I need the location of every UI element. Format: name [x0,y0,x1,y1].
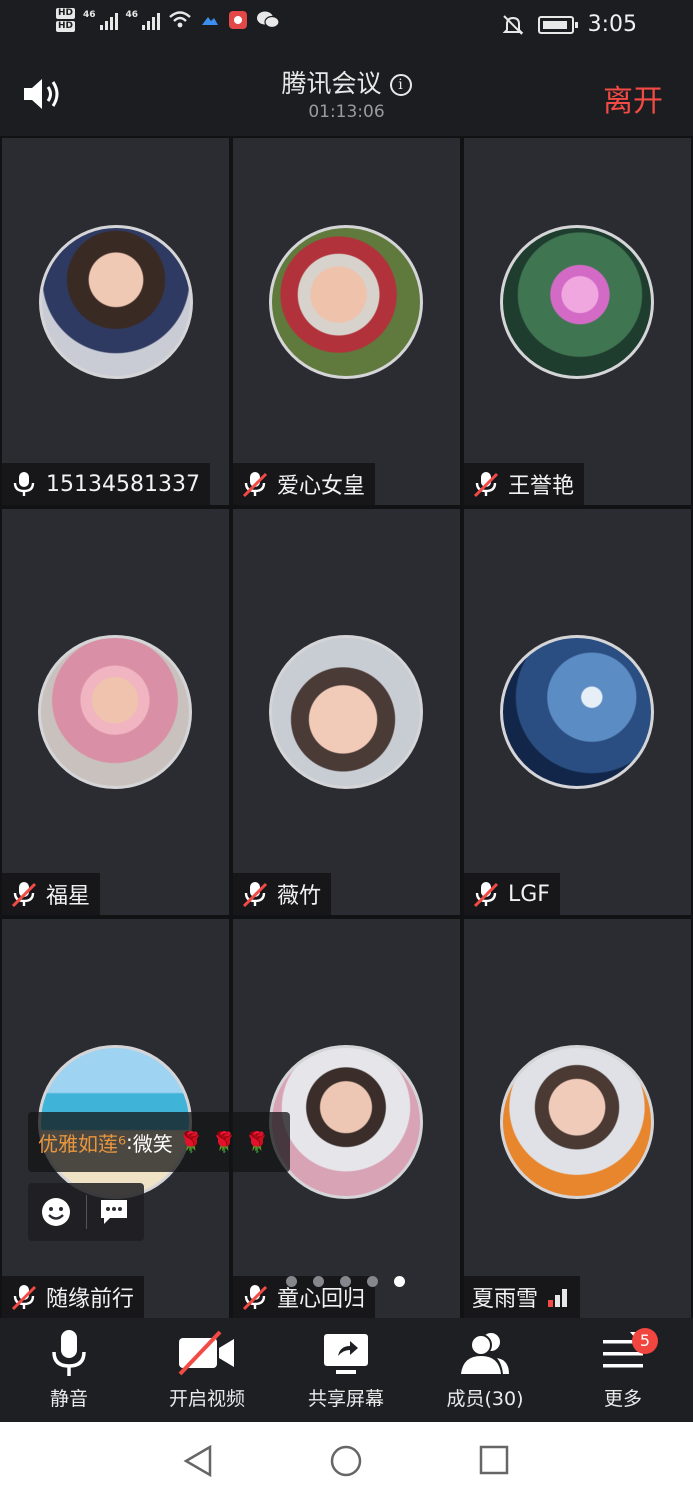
chat-tools [28,1183,144,1241]
leave-button[interactable]: 离开 [603,76,663,120]
participant-tile[interactable]: 薇竹 [233,509,460,915]
mute-button[interactable]: 静音 [14,1328,124,1411]
home-icon[interactable] [329,1444,363,1478]
page-dot [340,1276,351,1287]
participant-name: 15134581337 [46,471,200,497]
participant-label: 王誉艳 [464,463,585,505]
signal-icon: 46 [83,10,118,30]
start-video-label: 开启视频 [168,1388,245,1410]
participant-name: 福星 [46,884,91,909]
page-dot [367,1276,378,1287]
info-icon[interactable]: i [389,74,412,96]
participant-label: LGF [464,873,560,915]
meeting-title-text: 腾讯会议 [281,69,382,98]
participant-name: 王誉艳 [508,474,575,499]
chat-icon[interactable] [98,1197,130,1227]
page-indicator[interactable] [286,1276,405,1287]
participant-tile[interactable]: 福星 [2,509,229,915]
microphone-muted-icon [242,1285,268,1311]
participant-label: 15134581337 [2,463,210,505]
cloud-app-icon [202,17,219,25]
network-type: 46 [83,10,96,20]
participant-tile[interactable]: 王誉艳 [464,138,691,505]
members-label: 成员(30) [446,1388,524,1410]
members-icon [461,1333,509,1374]
wifi-icon [169,11,191,28]
microphone-muted-icon [242,472,268,498]
share-screen-label: 共享屏幕 [307,1388,384,1410]
status-left: HD HD 46 46 [56,8,280,32]
microphone-muted-icon [473,882,499,908]
divider [86,1195,87,1229]
avatar [500,225,654,379]
avatar [269,1045,423,1199]
system-navigation-bar [0,1422,693,1500]
hd-icon: HD [56,8,76,19]
chat-separator: : [126,1130,133,1154]
avatar [38,635,192,789]
status-right: 3:05 [502,12,637,37]
avatar [500,635,654,789]
page-dot-active [394,1276,405,1287]
chat-sender: 优雅如莲⁶ [38,1131,127,1156]
participant-name: 随缘前行 [46,1287,135,1312]
more-button[interactable]: 5 更多 [568,1328,678,1411]
app-notification-icon [229,11,248,29]
avatar [269,635,423,789]
microphone-muted-icon [473,472,499,498]
status-time: 3:05 [587,12,637,37]
hd-icons: HD HD [56,8,76,32]
avatar [269,225,423,379]
wechat-icon [257,11,280,29]
bell-muted-icon [502,14,524,35]
participant-name: 薇竹 [277,884,322,909]
more-label: 更多 [603,1388,642,1410]
hd-icon: HD [56,21,76,32]
participant-label: 薇竹 [233,873,332,915]
avatar [500,1045,654,1199]
meeting-header: 腾讯会议 i 01:13:06 离开 [0,52,693,136]
share-screen-icon [324,1334,368,1374]
back-icon[interactable] [182,1444,214,1478]
recents-icon[interactable] [479,1445,509,1475]
participant-name: 夏雨雪 [472,1287,539,1312]
chat-message-bubble[interactable]: 优雅如莲⁶: 微笑 🌹🌹🌹 [28,1112,290,1172]
meeting-timer: 01:13:06 [308,102,385,122]
participant-label: 夏雨雪 [464,1276,581,1318]
participant-label: 爱心女皇 [233,463,376,505]
page-dot [286,1276,297,1287]
chat-text: 微笑 [132,1131,173,1156]
chat-emoji: 🌹🌹🌹 [178,1130,278,1154]
participant-tile[interactable]: LGF [464,509,691,915]
notification-badge: 5 [632,1328,658,1354]
signal-icon: 46 [126,10,161,30]
participant-tile[interactable]: 夏雨雪 [464,919,691,1318]
battery-icon [537,15,578,34]
participant-tile[interactable]: 15134581337 [2,138,229,505]
microphone-icon [52,1330,86,1376]
participant-tile[interactable]: 爱心女皇 [233,138,460,505]
participant-label: 福星 [2,873,101,915]
participant-name: LGF [508,881,550,907]
microphone-muted-icon [11,1285,37,1311]
video-off-icon [178,1330,234,1376]
emoji-icon[interactable] [40,1196,72,1228]
signal-strength-icon [548,1289,568,1307]
microphone-muted-icon [11,882,37,908]
start-video-button[interactable]: 开启视频 [152,1328,262,1411]
meeting-title[interactable]: 腾讯会议 i [0,64,693,100]
meeting-toolbar: 静音 开启视频 共享屏幕 成员(30) 5 更多 [0,1318,693,1422]
network-type: 46 [125,10,139,20]
status-bar: HD HD 46 46 3:05 [0,0,693,52]
members-button[interactable]: 成员(30) [430,1328,540,1411]
participant-label: 随缘前行 [2,1276,145,1318]
mute-label: 静音 [49,1388,88,1410]
share-screen-button[interactable]: 共享屏幕 [291,1328,401,1411]
avatar [39,225,193,379]
page-dot [313,1276,324,1287]
microphone-icon [13,472,35,496]
microphone-muted-icon [242,882,268,908]
participant-name: 爱心女皇 [277,474,366,499]
